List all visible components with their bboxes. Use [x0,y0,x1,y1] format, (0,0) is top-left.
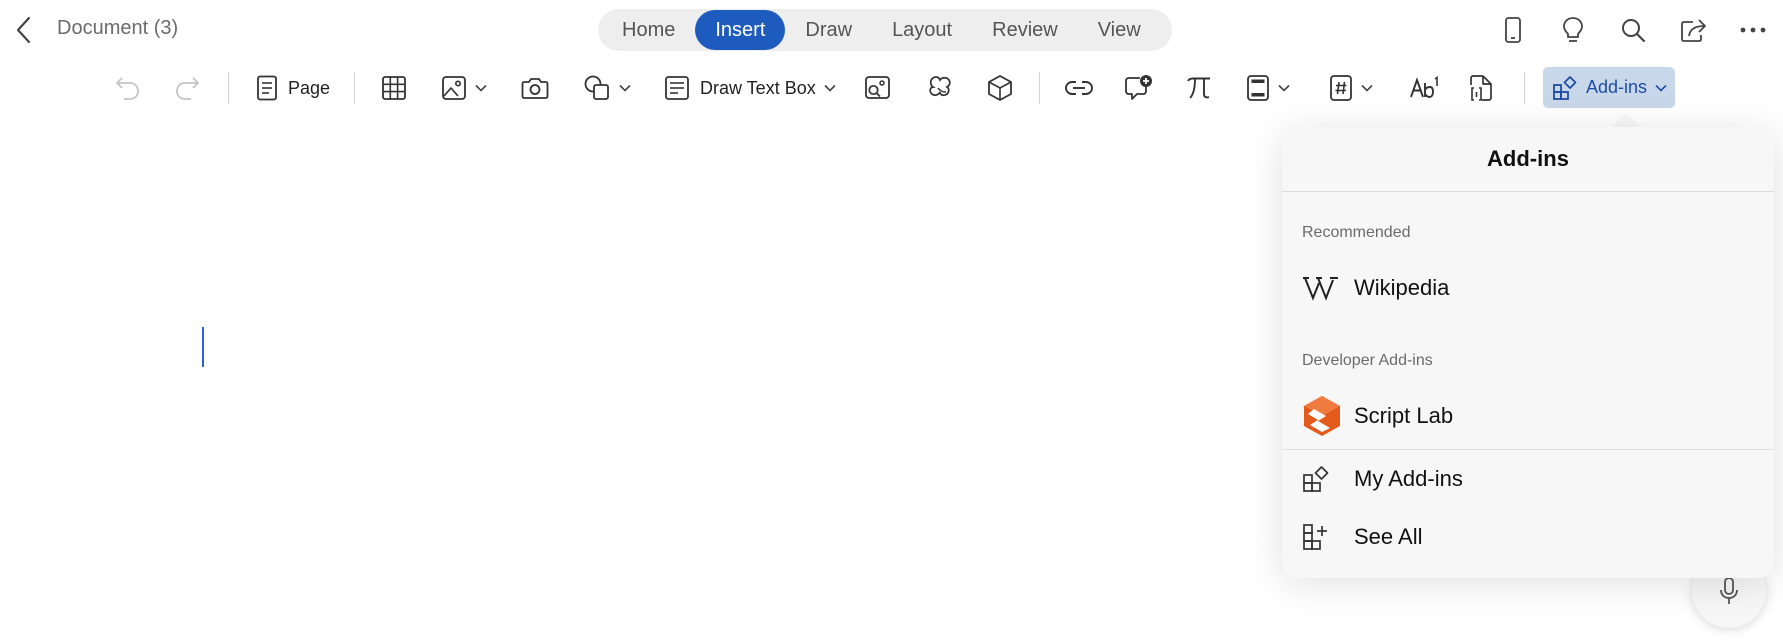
add-ins-icon [1553,75,1577,100]
icons-insert-icon [929,76,951,97]
my-add-ins-icon [1302,465,1346,493]
comment-add-icon [1125,75,1152,100]
page-number-icon [1330,75,1352,101]
footnote-icon [1410,76,1438,98]
page-icon [257,75,277,101]
script-lab-add-in[interactable]: Script Lab [1282,390,1774,442]
popover-pointer [1610,113,1642,128]
image-search-icon [865,76,890,99]
tab-insert[interactable]: Insert [695,10,786,50]
wikipedia-add-in[interactable]: Wikipedia [1282,262,1774,314]
chevron-down-icon [1655,84,1667,92]
top-right-toolbar [1483,10,1783,50]
document-title[interactable]: Document (3) [57,17,178,40]
draw-text-box-button[interactable]: Draw Text Box [664,66,836,110]
undo-button[interactable] [114,66,142,110]
see-all-icon [1302,523,1346,551]
picture-icon [442,76,466,100]
recommended-header: Recommended [1302,224,1411,241]
more-options-button[interactable] [1723,10,1783,50]
cube-icon [988,75,1012,101]
shapes-button[interactable] [583,66,631,110]
my-add-ins-item[interactable]: My Add-ins [1282,453,1774,505]
top-bar: Document (3) Home Insert Draw Layout Rev… [0,0,1783,60]
microphone-icon [1720,577,1738,604]
redo-icon [176,77,199,100]
table-button[interactable] [381,66,407,110]
page-numbers-button[interactable] [1329,66,1373,110]
link-icon [1065,81,1093,95]
undo-icon [116,77,139,100]
phone-view-icon [1505,17,1521,43]
picture-button[interactable] [441,66,487,110]
script-lab-icon [1302,395,1346,437]
popover-divider [1282,449,1774,450]
add-ins-popover: Add-ins Recommended Wikipedia Developer … [1282,127,1774,578]
text-box-icon [665,76,689,100]
header-footer-icon [1247,75,1269,101]
chevron-down-icon [619,84,631,92]
icons-button[interactable] [925,66,955,110]
link-button[interactable] [1064,66,1094,110]
chevron-down-icon [824,84,836,92]
draw-text-box-label: Draw Text Box [700,77,816,98]
comment-button[interactable] [1124,66,1154,110]
see-all-item[interactable]: See All [1282,511,1774,563]
header-footer-button[interactable] [1246,66,1290,110]
wikipedia-icon [1302,275,1346,301]
document-item-button[interactable] [1469,66,1495,110]
camera-button[interactable] [521,66,549,110]
add-ins-button[interactable]: Add-ins [1543,67,1675,108]
pi-icon [1187,77,1210,99]
footnote-button[interactable] [1409,66,1439,110]
search-button[interactable] [1603,10,1663,50]
popover-title: Add-ins [1282,127,1774,192]
redo-button[interactable] [173,66,201,110]
ribbon-separator [228,72,229,104]
page-button[interactable]: Page [256,66,330,110]
share-icon [1681,19,1706,42]
chevron-down-icon [1361,84,1373,92]
tab-view[interactable]: View [1078,10,1161,50]
document-field-icon [1470,75,1492,101]
search-images-button[interactable] [864,66,892,110]
developer-add-ins-header: Developer Add-ins [1302,352,1433,369]
back-button[interactable] [8,12,40,48]
text-cursor [202,327,204,367]
tab-layout[interactable]: Layout [872,10,972,50]
ribbon-separator [1524,72,1525,104]
script-lab-label: Script Lab [1354,403,1454,428]
wikipedia-label: Wikipedia [1354,275,1450,300]
3d-models-button[interactable] [986,66,1014,110]
chevron-down-icon [475,84,487,92]
tab-review[interactable]: Review [972,10,1078,50]
see-all-label: See All [1354,524,1423,549]
table-icon [382,76,406,100]
chevron-left-icon [16,16,31,44]
my-add-ins-label: My Add-ins [1354,466,1463,491]
search-icon [1622,19,1646,43]
page-label: Page [288,77,331,98]
ribbon-separator [1039,72,1040,104]
chevron-down-icon [1278,84,1290,92]
ribbon-tabs: Home Insert Draw Layout Review View [598,9,1172,51]
shapes-icon [584,75,609,100]
lightbulb-icon [1563,17,1583,42]
ribbon-separator [354,72,355,104]
tab-home[interactable]: Home [602,10,695,50]
phone-view-button[interactable] [1483,10,1543,50]
ideas-button[interactable] [1543,10,1603,50]
add-ins-label: Add-ins [1586,77,1648,97]
camera-icon [521,78,549,99]
share-button[interactable] [1663,10,1723,50]
insert-ribbon: Page Draw Text Box Add-ins [0,60,1783,116]
tab-draw[interactable]: Draw [785,10,872,50]
more-icon [1740,27,1766,33]
equation-button[interactable] [1185,66,1213,110]
